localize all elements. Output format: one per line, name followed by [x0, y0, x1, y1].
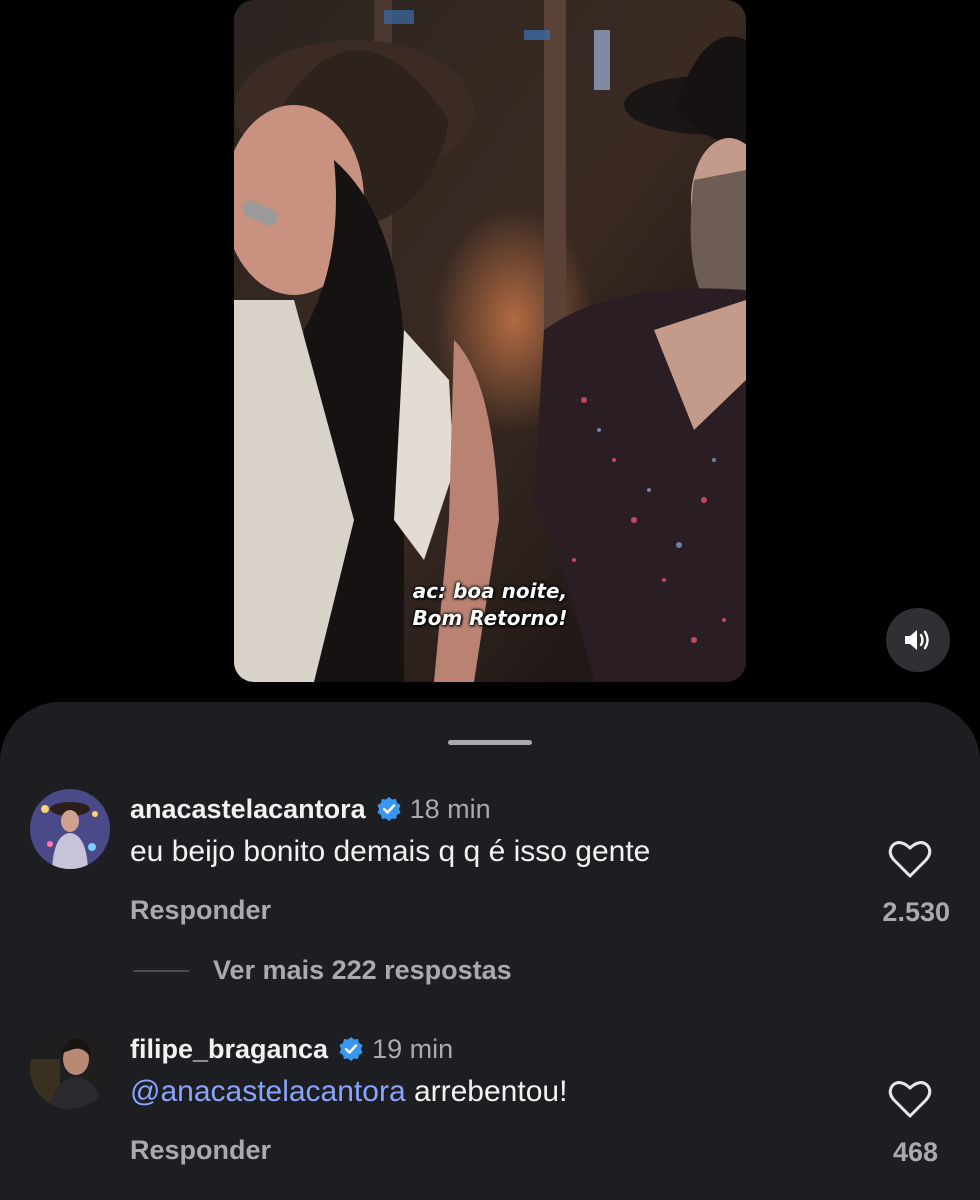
- reel-comments-screen: ac: boa noite, Bom Retorno! anacastelaca…: [0, 0, 980, 1200]
- sheet-drag-handle[interactable]: [448, 740, 532, 745]
- view-more-replies[interactable]: Ver mais 222 respostas: [133, 955, 512, 986]
- reply-button[interactable]: Responder: [130, 895, 271, 926]
- verified-badge-icon: [339, 1037, 363, 1061]
- comment-username[interactable]: filipe_braganca: [130, 1034, 328, 1065]
- comment-body: arrebentou!: [405, 1075, 568, 1108]
- comment-time: 19 min: [372, 1033, 454, 1064]
- replies-divider: [133, 969, 189, 972]
- speaker-on-icon: [905, 630, 929, 650]
- comment-username[interactable]: anacastelacantora: [130, 794, 366, 825]
- comments-sheet: anacastelacantora 18 min eu beijo bonito…: [0, 702, 980, 1200]
- avatar[interactable]: [30, 789, 110, 869]
- comment-body: eu beijo bonito demais q q é isso gente: [130, 835, 651, 868]
- like-count: 468: [892, 1137, 938, 1167]
- reel-video[interactable]: ac: boa noite, Bom Retorno!: [234, 0, 746, 682]
- like-count: 2.530: [882, 897, 950, 927]
- view-more-replies-label[interactable]: Ver mais 222 respostas: [213, 955, 512, 986]
- heart-icon[interactable]: [888, 1079, 932, 1119]
- comment-header: filipe_braganca 19 min: [130, 1029, 453, 1069]
- avatar[interactable]: [30, 1029, 110, 1109]
- comment-mention[interactable]: @anacastelacantora: [130, 1075, 406, 1108]
- comment-time: 18 min: [409, 793, 491, 824]
- heart-icon[interactable]: [888, 839, 932, 879]
- caption-line-1: ac: boa noite,: [412, 579, 568, 603]
- comment-text: @anacastelacantora arrebentou!: [130, 1075, 567, 1109]
- reply-button[interactable]: Responder: [130, 1135, 271, 1166]
- comment-header: anacastelacantora 18 min: [130, 789, 491, 829]
- verified-badge-icon: [377, 797, 401, 821]
- comment-text: eu beijo bonito demais q q é isso gente: [130, 835, 650, 869]
- sound-toggle-button[interactable]: [886, 608, 950, 672]
- video-caption: ac: boa noite, Bom Retorno!: [234, 578, 746, 632]
- caption-line-2: Bom Retorno!: [412, 606, 568, 630]
